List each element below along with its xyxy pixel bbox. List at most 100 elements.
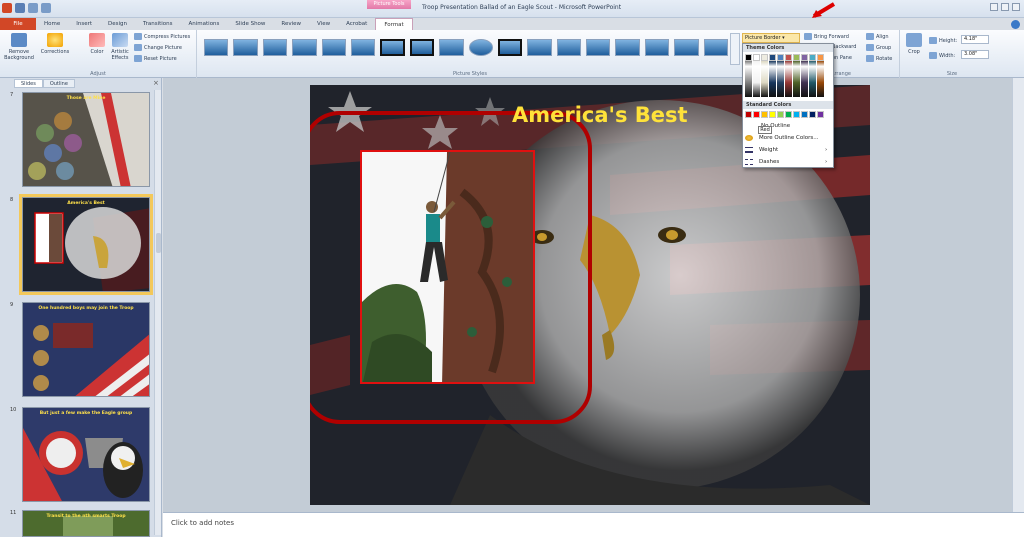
tab-slide-show[interactable]: Slide Show — [227, 18, 273, 30]
tab-design[interactable]: Design — [100, 18, 135, 30]
remove-background-button[interactable]: Remove Background — [4, 33, 34, 61]
standard-color-swatch-9[interactable] — [809, 111, 816, 118]
corrections-button[interactable]: Corrections — [40, 33, 70, 55]
picture-style-1[interactable] — [204, 39, 229, 56]
rotate-button[interactable]: Rotate — [866, 55, 892, 62]
theme-shade-column-2[interactable] — [753, 61, 760, 97]
send-backward-button[interactable]: Backward — [832, 44, 856, 50]
standard-color-swatch-2[interactable] — [753, 111, 760, 118]
selection-pane-button[interactable]: on Pane — [832, 55, 852, 61]
tab-view[interactable]: View — [309, 18, 338, 30]
editor-vertical-scrollbar[interactable] — [1012, 78, 1024, 512]
picture-style-15[interactable] — [615, 39, 640, 56]
group-button[interactable]: Group — [866, 44, 891, 51]
standard-color-swatch-1[interactable] — [745, 111, 752, 118]
color-button[interactable]: Color — [86, 33, 108, 55]
theme-color-swatch-5[interactable] — [777, 54, 784, 61]
styles-gallery-scroll[interactable] — [730, 33, 740, 65]
picture-style-7[interactable] — [380, 39, 405, 56]
tab-review[interactable]: Review — [273, 18, 309, 30]
standard-color-swatch-4[interactable] — [769, 111, 776, 118]
slide-thumbnail-7[interactable]: Those are Mine — [22, 92, 150, 187]
picture-style-6[interactable] — [350, 39, 376, 56]
standard-color-swatch-7[interactable] — [793, 111, 800, 118]
slide-thumbnail-11[interactable]: Transit to the nth smarts Troop — [22, 510, 150, 537]
tab-animations[interactable]: Animations — [181, 18, 228, 30]
tab-insert[interactable]: Insert — [68, 18, 100, 30]
slide-thumbnail-8[interactable]: America's Best — [19, 194, 153, 295]
tab-slides[interactable]: Slides — [14, 79, 43, 88]
tab-format[interactable]: Format — [375, 18, 413, 30]
theme-color-swatch-4[interactable] — [769, 54, 776, 61]
theme-color-swatch-1[interactable] — [745, 54, 752, 61]
standard-color-swatch-8[interactable] — [801, 111, 808, 118]
theme-shade-column-7[interactable] — [793, 61, 800, 97]
bring-forward-button[interactable]: Bring Forward — [804, 33, 849, 40]
theme-shade-column-5[interactable] — [777, 61, 784, 97]
panel-scroll-thumb[interactable] — [156, 233, 161, 253]
notes-pane[interactable]: Click to add notes — [163, 512, 1024, 537]
undo-icon[interactable] — [28, 3, 38, 13]
compress-pictures-button[interactable]: Compress Pictures — [134, 33, 190, 40]
picture-style-3[interactable] — [262, 39, 288, 56]
theme-color-swatch-2[interactable] — [753, 54, 760, 61]
close-icon[interactable] — [1012, 3, 1020, 11]
picture-style-12[interactable] — [527, 39, 552, 56]
picture-style-9[interactable] — [439, 39, 464, 56]
standard-color-swatch-3[interactable] — [761, 111, 768, 118]
redo-icon[interactable] — [41, 3, 51, 13]
dashes-item[interactable]: Dashes › — [745, 159, 827, 165]
panel-scrollbar[interactable] — [154, 90, 161, 535]
tab-home[interactable]: Home — [36, 18, 68, 30]
theme-color-swatch-9[interactable] — [809, 54, 816, 61]
change-picture-button[interactable]: Change Picture — [134, 44, 182, 51]
theme-color-swatch-7[interactable] — [793, 54, 800, 61]
more-outline-colors-item[interactable]: More Outline Colors... — [745, 135, 819, 141]
theme-shade-column-6[interactable] — [785, 61, 792, 97]
standard-color-swatch-5[interactable] — [777, 111, 784, 118]
slide-title[interactable]: America's Best — [512, 103, 688, 127]
restore-icon[interactable] — [1001, 3, 1009, 11]
theme-shade-column-8[interactable] — [801, 61, 808, 97]
save-icon[interactable] — [15, 3, 25, 13]
standard-color-swatch-6[interactable] — [785, 111, 792, 118]
tab-transitions[interactable]: Transitions — [135, 18, 180, 30]
help-icon[interactable] — [1011, 20, 1020, 29]
theme-shade-column-9[interactable] — [809, 61, 816, 97]
picture-style-2[interactable] — [233, 39, 258, 56]
picture-style-16[interactable] — [644, 39, 670, 56]
picture-style-13[interactable] — [556, 39, 582, 56]
theme-color-swatch-8[interactable] — [801, 54, 808, 61]
weight-item[interactable]: Weight › — [745, 147, 827, 153]
tab-file[interactable]: File — [0, 18, 36, 30]
theme-color-swatch-6[interactable] — [785, 54, 792, 61]
align-button[interactable]: Align — [866, 33, 889, 40]
standard-color-swatch-10[interactable] — [817, 111, 824, 118]
tab-acrobat[interactable]: Acrobat — [338, 18, 375, 30]
picture-style-4[interactable] — [292, 39, 317, 56]
panel-close-icon[interactable]: × — [153, 79, 159, 87]
slide-thumbnail-9[interactable]: One hundred boys may join the Troop — [22, 302, 150, 397]
reset-picture-button[interactable]: Reset Picture — [134, 55, 177, 62]
picture-style-8[interactable] — [409, 39, 435, 56]
crop-button[interactable]: Crop — [905, 33, 923, 55]
width-input[interactable]: 3.08" — [961, 50, 989, 59]
slide-thumbnail-10[interactable]: But just a few make the Eagle group — [22, 407, 150, 502]
picture-style-5[interactable] — [321, 39, 346, 56]
theme-shade-column-1[interactable] — [745, 61, 752, 97]
powerpoint-icon[interactable] — [2, 3, 12, 13]
height-input[interactable]: 4.18" — [961, 35, 989, 44]
picture-style-18[interactable] — [703, 39, 728, 56]
theme-shade-column-10[interactable] — [817, 61, 824, 97]
picture-style-17[interactable] — [674, 39, 699, 56]
theme-shade-column-4[interactable] — [769, 61, 776, 97]
climbing-wall-picture[interactable] — [360, 150, 535, 384]
theme-color-swatch-3[interactable] — [761, 54, 768, 61]
minimize-icon[interactable] — [990, 3, 998, 11]
picture-style-11[interactable] — [497, 39, 523, 56]
tab-outline[interactable]: Outline — [42, 79, 75, 88]
theme-shade-column-3[interactable] — [761, 61, 768, 97]
picture-style-10[interactable] — [468, 39, 493, 56]
theme-color-swatch-10[interactable] — [817, 54, 824, 61]
artistic-effects-button[interactable]: Artistic Effects — [108, 33, 132, 61]
